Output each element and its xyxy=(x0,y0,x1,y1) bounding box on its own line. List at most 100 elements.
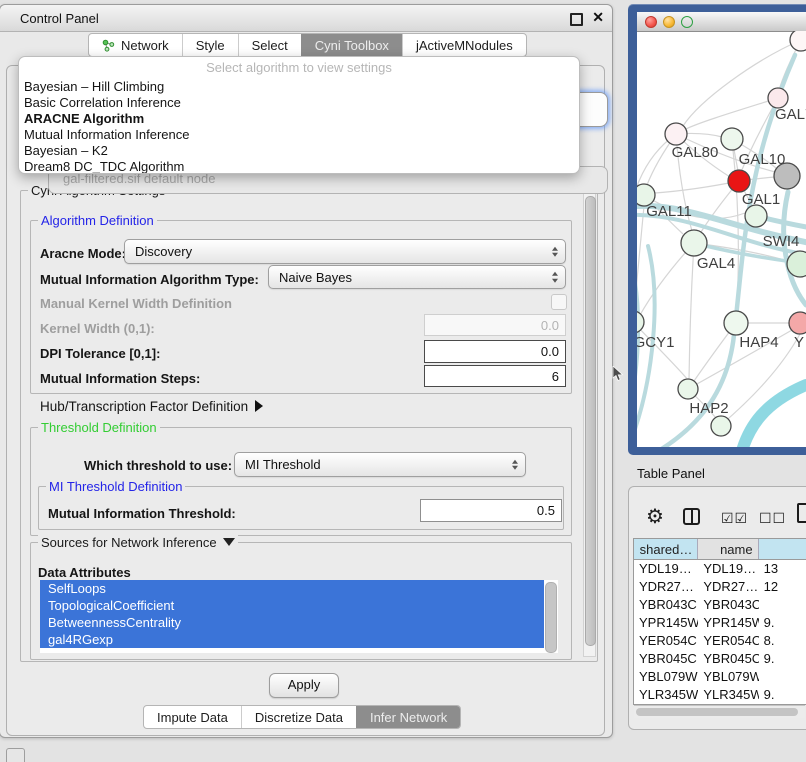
algorithm-dropdown-popup: Select algorithm to view settings Bayesi… xyxy=(18,56,580,174)
network-graph[interactable]: GAL7GAL80GAL10GAL1GAL11SWI4GAL4GCY1HAP4Y… xyxy=(637,31,806,447)
attribute-item-betweennesscentrality[interactable]: BetweennessCentrality xyxy=(40,614,544,631)
mi-steps-field[interactable]: 6 xyxy=(424,365,566,387)
tab-jactivemnodules[interactable]: jActiveMNodules xyxy=(402,34,526,56)
table-cell: 9. xyxy=(759,650,806,668)
settings-scrollbar[interactable] xyxy=(583,193,596,657)
column-header-2[interactable] xyxy=(759,539,806,559)
attributes-scrollbar-thumb[interactable] xyxy=(545,582,557,653)
table-cell: YPR145W xyxy=(698,614,758,632)
mi-type-select[interactable]: Naive Bayes xyxy=(268,265,566,289)
table-row[interactable]: YBR045CYBR045C9. xyxy=(634,650,806,668)
network-node-hap2[interactable] xyxy=(678,379,698,399)
checked-boxes-icon[interactable]: ☑☑ xyxy=(721,510,748,527)
algorithm-option-dream8-dc-tdc-algorithm[interactable]: Dream8 DC_TDC Algorithm xyxy=(19,159,579,174)
attribute-item-topologicalcoefficient[interactable]: TopologicalCoefficient xyxy=(40,597,544,614)
unchecked-boxes-icon[interactable]: ☐☐ xyxy=(759,510,786,527)
kernel-width-field[interactable]: 0.0 xyxy=(424,314,566,336)
control-panel-titlebar: Control Panel ✕ xyxy=(0,5,612,32)
network-node-hap4[interactable] xyxy=(724,311,748,335)
network-node[interactable] xyxy=(774,163,800,189)
bottom-tab-label: Infer Network xyxy=(370,710,447,725)
close-traffic-light-icon[interactable] xyxy=(645,16,657,28)
settings-scrollbar-thumb[interactable] xyxy=(585,196,596,646)
network-node-gal7[interactable] xyxy=(768,88,788,108)
column-header-shared[interactable]: shared… xyxy=(634,539,698,559)
network-node[interactable] xyxy=(787,251,806,277)
table-row[interactable]: YER054CYER054C8. xyxy=(634,632,806,650)
bottom-tab-label: Impute Data xyxy=(157,710,228,725)
network-window-titlebar[interactable] xyxy=(637,12,806,32)
table-row[interactable]: YDR27…YDR27…12 xyxy=(634,578,806,596)
float-window-icon[interactable] xyxy=(570,13,583,26)
network-tab-icon xyxy=(102,39,115,52)
bottom-tab-impute-data[interactable]: Impute Data xyxy=(144,706,241,728)
algorithm-option-basic-correlation-inference[interactable]: Basic Correlation Inference xyxy=(19,95,579,111)
table-cell xyxy=(759,596,806,614)
table-hscrollbar[interactable] xyxy=(634,705,805,718)
attribute-item-gal4rgexp[interactable]: gal4RGexp xyxy=(40,631,544,648)
cyni-bottom-tab-bar: Impute Data Discretize Data Infer Network xyxy=(143,705,461,729)
attribute-item-selfloops[interactable]: SelfLoops xyxy=(40,580,544,597)
table-row[interactable]: YBL079WYBL079W xyxy=(634,668,806,686)
zoom-traffic-light-icon[interactable] xyxy=(681,16,693,28)
tab-style[interactable]: Style xyxy=(182,34,238,56)
table-row[interactable]: YLR345WYLR345W9. xyxy=(634,686,806,704)
network-node[interactable] xyxy=(790,31,806,51)
algorithm-option-mutual-information-inference[interactable]: Mutual Information Inference xyxy=(19,127,579,143)
hub-definition-toggle[interactable]: Hub/Transcription Factor Definition xyxy=(40,399,263,414)
table-cell: YDR27… xyxy=(698,578,758,596)
close-panel-icon[interactable]: ✕ xyxy=(592,9,604,26)
aracne-mode-value: Discovery xyxy=(135,244,192,259)
network-node-gal4[interactable] xyxy=(681,230,707,256)
algorithm-definition-title: Algorithm Definition xyxy=(38,213,157,228)
aracne-mode-select[interactable]: Discovery xyxy=(124,239,566,264)
which-threshold-value: MI Threshold xyxy=(245,457,321,472)
which-threshold-select[interactable]: MI Threshold xyxy=(234,452,526,477)
node-label: GCY1 xyxy=(637,334,674,351)
network-node-swi4[interactable] xyxy=(745,205,767,227)
table-row[interactable]: YBR043CYBR043C xyxy=(634,596,806,614)
collapsed-panel-button[interactable] xyxy=(6,748,25,762)
network-node-gal1[interactable] xyxy=(728,170,750,192)
algorithm-option-bayesian-k2[interactable]: Bayesian – K2 xyxy=(19,143,579,159)
tab-select[interactable]: Select xyxy=(238,34,301,56)
table-cell: YBL079W xyxy=(634,668,698,686)
table-hscrollbar-thumb[interactable] xyxy=(636,708,798,716)
tab-network[interactable]: Network xyxy=(89,34,182,56)
mi-threshold-field[interactable]: 0.5 xyxy=(420,499,562,522)
network-node-gal80[interactable] xyxy=(665,123,687,145)
algorithm-option-aracne-algorithm[interactable]: ARACNE Algorithm xyxy=(19,111,579,127)
table-row[interactable]: YPR145WYPR145W9. xyxy=(634,614,806,632)
node-label: SWI4 xyxy=(763,233,800,250)
bottom-tab-discretize-data[interactable]: Discretize Data xyxy=(241,706,356,728)
network-node-gal10[interactable] xyxy=(721,128,743,150)
node-label: HAP2 xyxy=(689,400,728,417)
mi-threshold-label: Mutual Information Threshold: xyxy=(48,506,236,521)
apply-button[interactable]: Apply xyxy=(269,673,339,698)
file-icon[interactable] xyxy=(797,503,806,523)
bottom-tab-infer-network[interactable]: Infer Network xyxy=(356,706,460,728)
network-node[interactable] xyxy=(711,416,731,436)
table-cell: YBR045C xyxy=(698,650,758,668)
column-header-name[interactable]: name xyxy=(698,539,758,559)
sources-group-toggle[interactable]: Sources for Network Inference xyxy=(38,535,238,550)
gear-icon[interactable]: ⚙ xyxy=(646,504,664,529)
mi-type-label: Mutual Information Algorithm Type: xyxy=(40,272,259,287)
hub-definition-label: Hub/Transcription Factor Definition xyxy=(40,399,248,414)
table-row[interactable]: YDL19…YDL19…13 xyxy=(634,560,806,578)
tab-label: jActiveMNodules xyxy=(416,38,513,53)
dpi-tolerance-field[interactable]: 0.0 xyxy=(424,340,566,363)
network-node-gcy1[interactable] xyxy=(637,311,644,333)
network-node-y[interactable] xyxy=(789,312,806,334)
algorithm-option-bayesian-hill-climbing[interactable]: Bayesian – Hill Climbing xyxy=(19,79,579,95)
tab-label: Network xyxy=(121,38,169,53)
mi-type-value: Naive Bayes xyxy=(279,270,352,285)
screen: Control Panel ✕ Network StyleSelectCyni T… xyxy=(0,0,806,762)
split-columns-icon[interactable] xyxy=(683,508,700,525)
minimize-traffic-light-icon[interactable] xyxy=(663,16,675,28)
table-cell: YDL19… xyxy=(634,560,698,578)
network-edge xyxy=(689,243,694,380)
tab-cyni-toolbox[interactable]: Cyni Toolbox xyxy=(301,34,402,56)
node-label: Y xyxy=(794,334,804,351)
manual-kernel-checkbox[interactable] xyxy=(551,294,567,310)
